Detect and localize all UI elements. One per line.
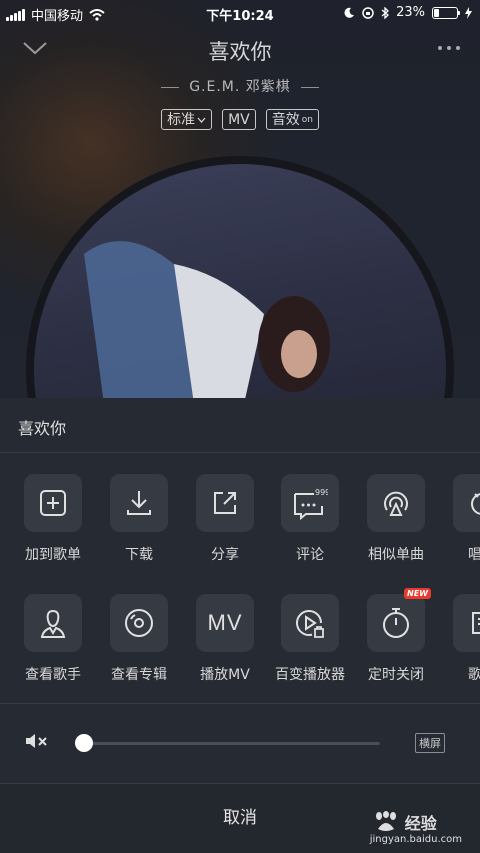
landscape-button[interactable]: 横屏	[415, 733, 445, 753]
add-to-playlist-button[interactable]: 加到歌单	[10, 474, 96, 564]
play-mv-button[interactable]: MV 播放MV	[182, 594, 268, 684]
mute-icon[interactable]	[24, 732, 50, 750]
baidu-jingyan-watermark: 经验 jingyan.baidu.com	[370, 810, 462, 845]
share-icon	[214, 492, 236, 514]
lyrics-icon	[472, 612, 480, 634]
album-icon	[125, 609, 153, 637]
status-bar: 中国移动 下午10:24 23%	[0, 0, 480, 26]
sing-this-button[interactable]: 唱这	[439, 474, 480, 564]
sheet-divider	[0, 452, 480, 453]
share-button[interactable]: 分享	[182, 474, 268, 564]
more-options-icon[interactable]	[438, 46, 460, 50]
player-skin-button[interactable]: 百变播放器	[267, 594, 353, 684]
artist-name[interactable]: G.E.M. 邓紫棋	[189, 79, 291, 95]
baidu-paw-icon	[375, 811, 396, 831]
sheet-title: 喜欢你	[18, 419, 67, 438]
sing-icon	[471, 493, 480, 515]
comment-button[interactable]: 999+ 评论	[267, 474, 353, 564]
charging-icon	[465, 6, 472, 19]
comment-icon: 999+	[294, 488, 328, 520]
volume-slider-thumb[interactable]	[75, 734, 93, 752]
view-album-button[interactable]: 查看专辑	[96, 594, 182, 684]
quality-chip[interactable]: 标准	[161, 109, 213, 130]
sleep-timer-button[interactable]: NEW 定时关闭	[353, 588, 439, 684]
rotation-lock-icon	[362, 6, 374, 19]
song-title: 喜欢你	[208, 40, 272, 64]
cover-photo-figure	[84, 241, 330, 404]
timer-icon	[383, 608, 409, 638]
moon-icon	[344, 7, 355, 18]
mv-icon: MV	[207, 610, 243, 635]
sheet-divider	[0, 703, 480, 704]
svg-text:999+: 999+	[315, 488, 328, 497]
artist-row[interactable]: G.E.M. 邓紫棋	[0, 76, 480, 96]
volume-slider-track[interactable]	[84, 742, 380, 745]
similar-songs-button[interactable]: 相似单曲	[353, 474, 439, 564]
artist-icon	[40, 609, 66, 638]
view-artist-button[interactable]: 查看歌手	[10, 594, 96, 684]
action-sheet: 喜欢你 加到歌单 下载 分享 999+ 评论 相似单曲 唱这	[0, 398, 480, 853]
download-icon	[127, 491, 151, 515]
chevron-down-icon	[197, 117, 206, 123]
player-chips: 标准 MV 音效 on	[0, 109, 480, 130]
lyrics-button[interactable]: 歌词	[439, 594, 480, 684]
battery-icon	[432, 6, 460, 19]
add-to-playlist-icon	[40, 490, 66, 516]
bluetooth-icon	[381, 6, 390, 19]
volume-row: 横屏	[0, 708, 480, 774]
download-button[interactable]: 下载	[96, 474, 182, 564]
sound-effect-chip[interactable]: 音效 on	[265, 109, 319, 130]
battery-percent: 23%	[396, 5, 425, 20]
similar-songs-icon	[384, 491, 408, 516]
mv-chip[interactable]: MV	[222, 109, 256, 130]
player-skin-icon	[296, 610, 324, 638]
new-badge: NEW	[404, 588, 431, 599]
actions-row-1: 加到歌单 下载 分享 999+ 评论 相似单曲 唱这	[0, 474, 480, 584]
actions-row-2: 查看歌手 查看专辑 MV 播放MV 百变播放器 NEW 定时关闭 歌词	[0, 588, 480, 704]
